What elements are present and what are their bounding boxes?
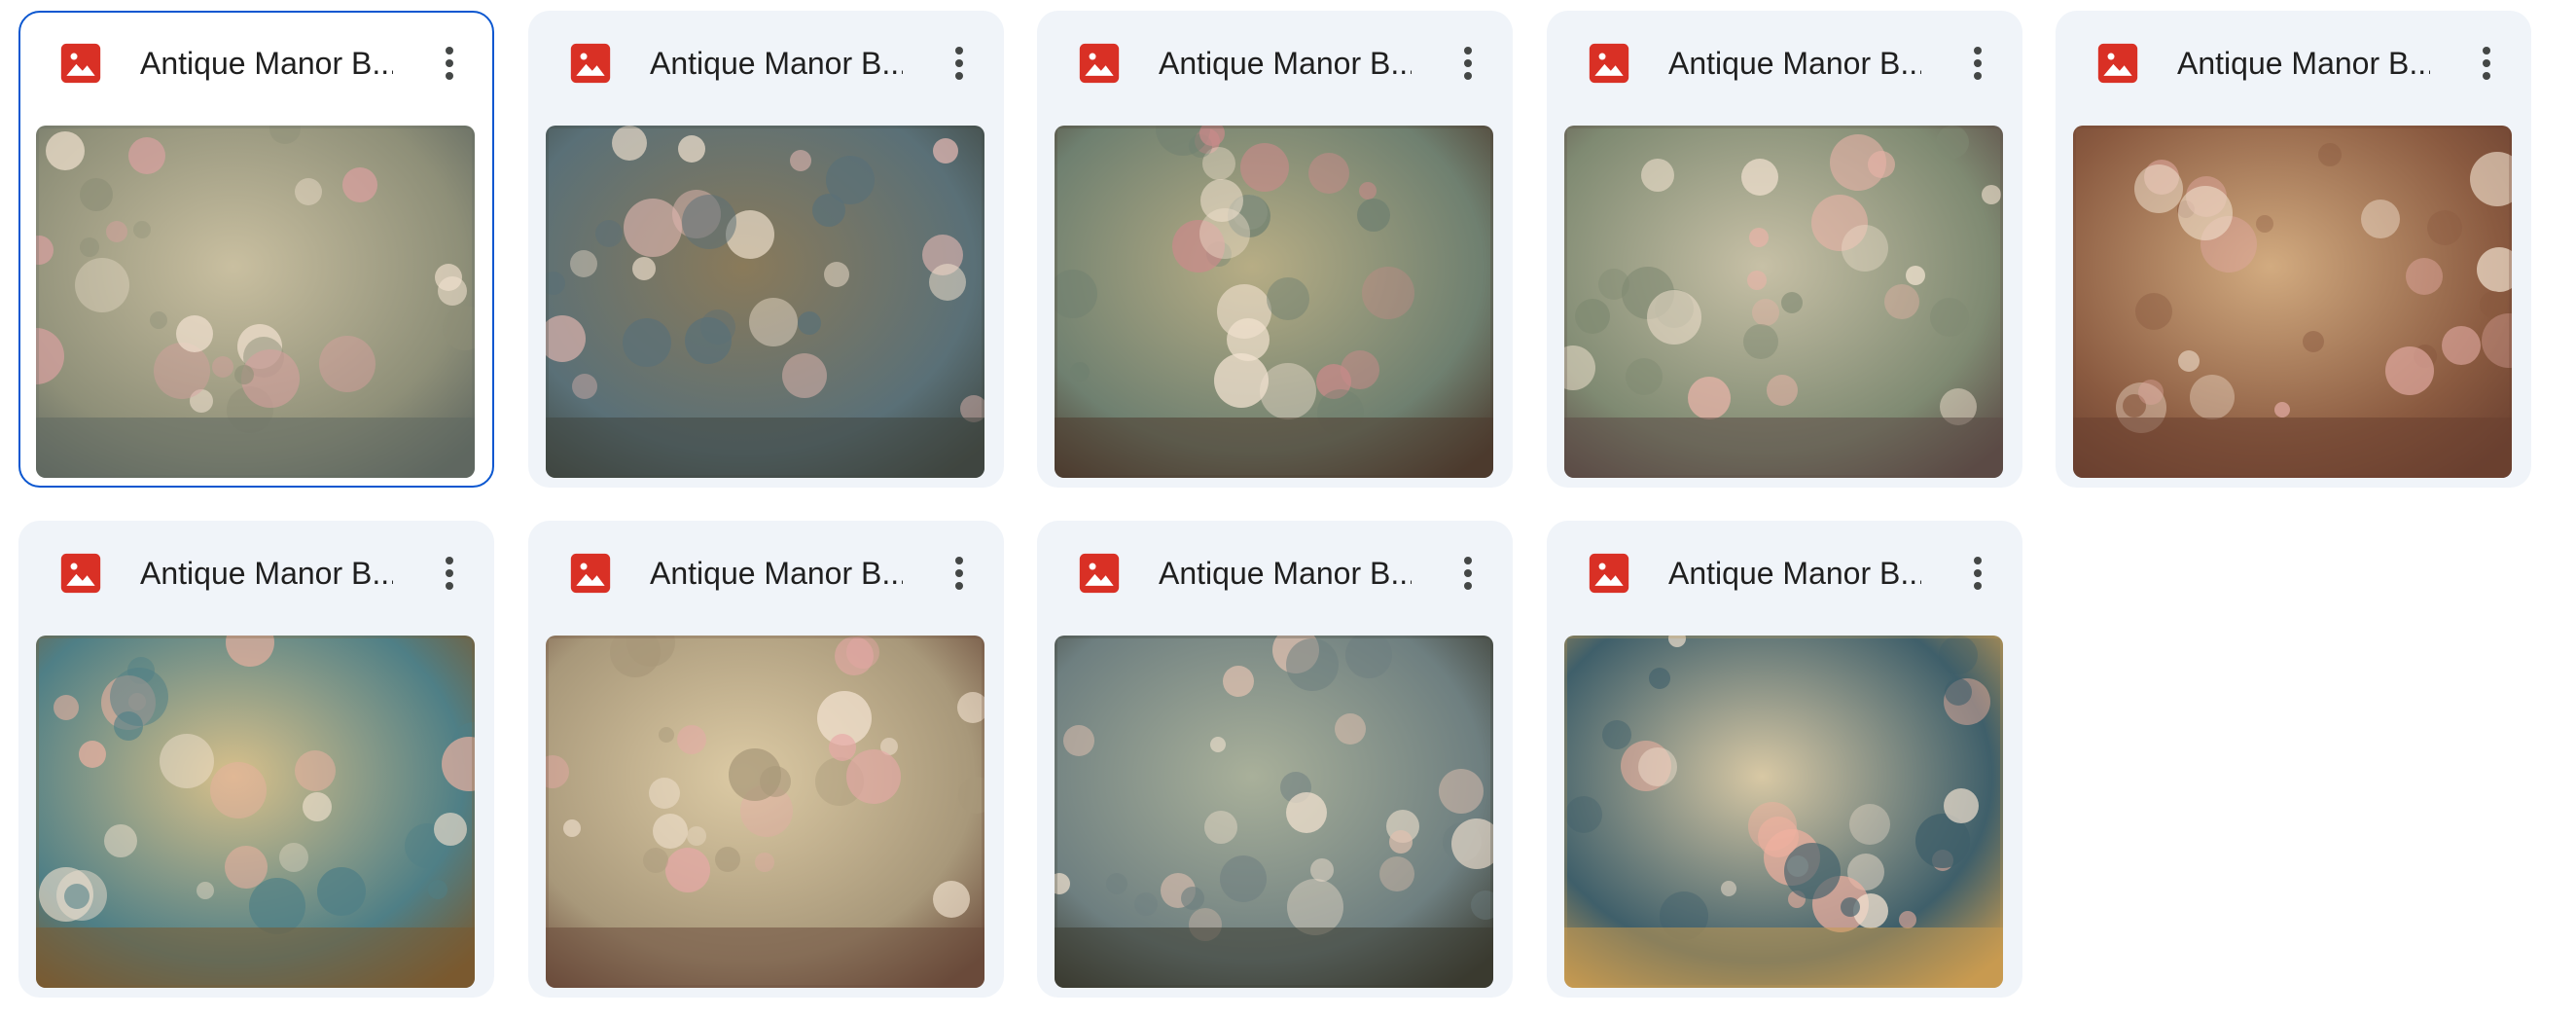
file-card-header: Antique Manor B...: [1547, 521, 2022, 626]
file-card-header: Antique Manor B...: [1547, 11, 2022, 116]
file-thumbnail[interactable]: [1055, 126, 1493, 478]
file-card[interactable]: Antique Manor B...: [1037, 11, 1513, 488]
image-file-icon: [1588, 42, 1630, 85]
file-card[interactable]: Antique Manor B...: [2056, 11, 2531, 488]
file-thumbnail[interactable]: [36, 126, 475, 478]
file-thumbnail[interactable]: [546, 126, 984, 478]
file-card-header: Antique Manor B...: [18, 521, 494, 626]
file-title[interactable]: Antique Manor B...: [1668, 521, 1921, 626]
file-thumbnail[interactable]: [1564, 126, 2003, 478]
more-actions-icon[interactable]: [936, 550, 983, 597]
file-card[interactable]: Antique Manor B...: [528, 521, 1004, 998]
more-actions-icon[interactable]: [936, 40, 983, 87]
file-card-header: Antique Manor B...: [1037, 521, 1513, 626]
file-title[interactable]: Antique Manor B...: [650, 521, 903, 626]
file-title[interactable]: Antique Manor B...: [1668, 11, 1921, 116]
image-file-icon: [1078, 552, 1121, 595]
image-file-icon: [1588, 552, 1630, 595]
file-title[interactable]: Antique Manor B...: [2177, 11, 2430, 116]
image-file-icon: [59, 552, 102, 595]
file-card[interactable]: Antique Manor B...: [1037, 521, 1513, 998]
image-file-icon: [569, 552, 612, 595]
file-thumbnail[interactable]: [546, 636, 984, 988]
more-actions-icon[interactable]: [1445, 40, 1491, 87]
image-file-icon: [2096, 42, 2139, 85]
file-card-header: Antique Manor B...: [2056, 11, 2531, 116]
file-title[interactable]: Antique Manor B...: [1159, 11, 1412, 116]
more-actions-icon[interactable]: [426, 40, 473, 87]
file-thumbnail[interactable]: [2073, 126, 2512, 478]
image-file-icon: [569, 42, 612, 85]
file-thumbnail[interactable]: [36, 636, 475, 988]
file-card-header: Antique Manor B...: [20, 13, 492, 118]
file-card[interactable]: Antique Manor B...: [18, 521, 494, 998]
file-thumbnail[interactable]: [1055, 636, 1493, 988]
file-card-header: Antique Manor B...: [528, 521, 1004, 626]
file-card[interactable]: Antique Manor B...: [18, 11, 494, 488]
file-card-header: Antique Manor B...: [528, 11, 1004, 116]
file-card[interactable]: Antique Manor B...: [1547, 521, 2022, 998]
file-card-header: Antique Manor B...: [1037, 11, 1513, 116]
file-thumbnail[interactable]: [1564, 636, 2003, 988]
file-title[interactable]: Antique Manor B...: [1159, 521, 1412, 626]
file-title[interactable]: Antique Manor B...: [140, 13, 393, 118]
more-actions-icon[interactable]: [2463, 40, 2510, 87]
file-title[interactable]: Antique Manor B...: [650, 11, 903, 116]
file-title[interactable]: Antique Manor B...: [140, 521, 393, 626]
file-card[interactable]: Antique Manor B...: [1547, 11, 2022, 488]
image-file-icon: [59, 42, 102, 85]
file-card[interactable]: Antique Manor B...: [528, 11, 1004, 488]
more-actions-icon[interactable]: [1954, 550, 2001, 597]
more-actions-icon[interactable]: [1954, 40, 2001, 87]
file-grid: Antique Manor B... Antique Manor B... An…: [0, 0, 2576, 1018]
more-actions-icon[interactable]: [426, 550, 473, 597]
image-file-icon: [1078, 42, 1121, 85]
more-actions-icon[interactable]: [1445, 550, 1491, 597]
